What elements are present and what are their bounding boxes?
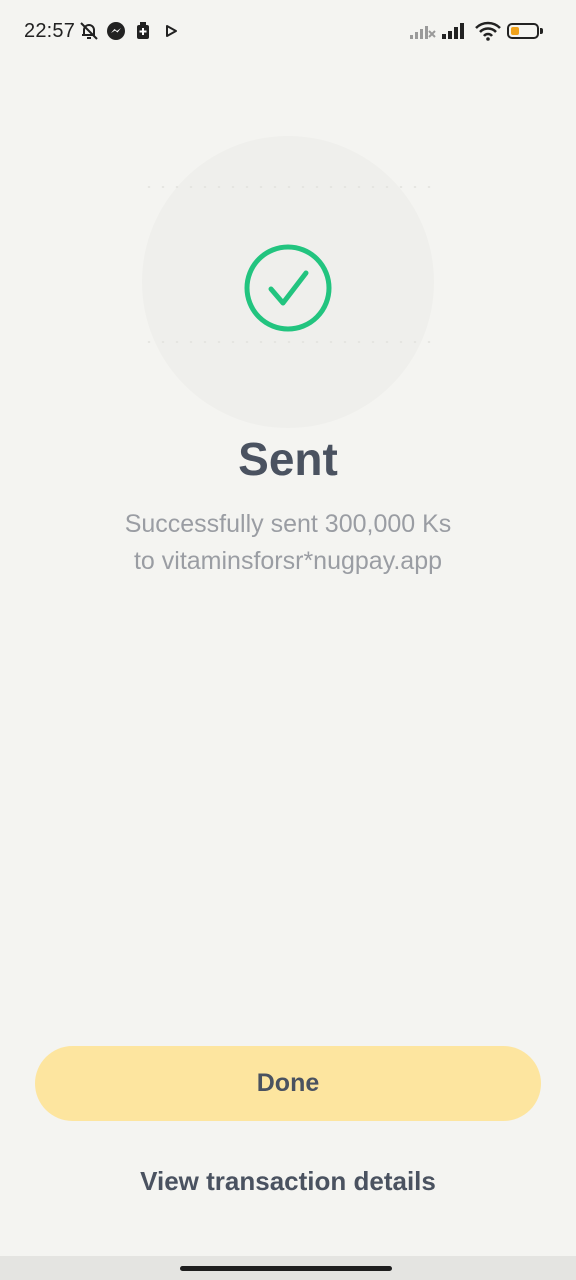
battery-icon [507,23,539,39]
status-bar: 22:57 [0,0,576,64]
status-time: 22:57 [24,20,76,42]
messenger-icon [107,22,125,40]
play-icon [166,25,177,37]
battery-tip [540,28,543,34]
home-indicator[interactable] [180,1266,392,1271]
signal-x-icon [410,26,436,39]
battery-level-fill [511,27,519,35]
halo-pattern [142,341,434,343]
done-button[interactable]: Done [35,1046,541,1121]
halo-pattern [142,186,434,188]
wifi-icon [475,21,501,41]
check-circle-icon [244,244,332,332]
view-transaction-details-link[interactable]: View transaction details [0,1166,576,1197]
success-message-line1: Successfully sent 300,000 Ks [124,510,452,538]
battery-saver-icon [137,22,149,39]
success-title: Sent [238,433,338,485]
success-message: Successfully sent 300,000 Ks to vitamins… [0,506,576,580]
signal-icon [442,23,464,39]
bell-off-icon [80,22,98,40]
success-message-line2: to vitaminsforsr*nugpay.app [133,547,443,575]
